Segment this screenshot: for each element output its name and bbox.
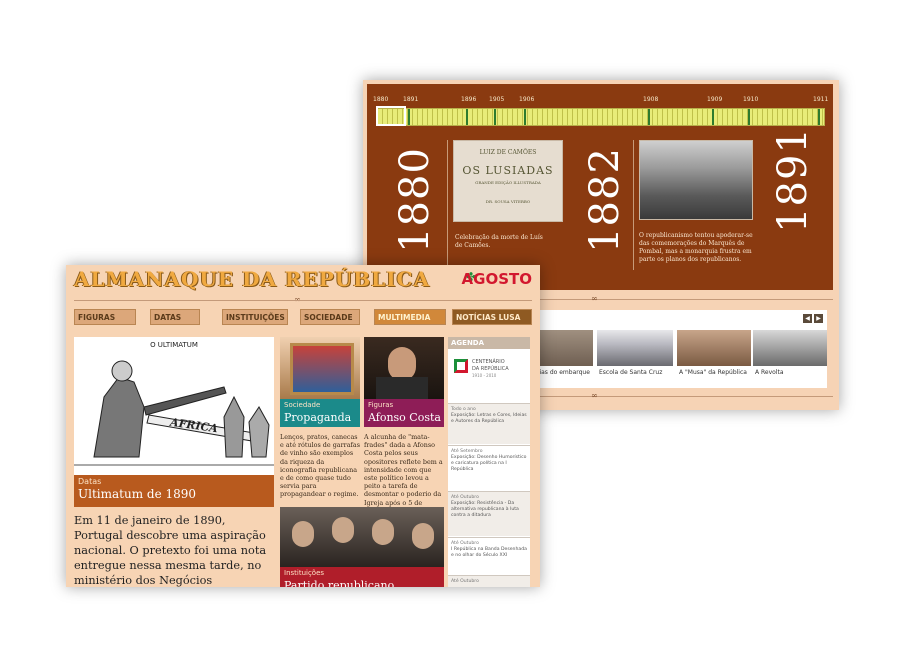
card-title[interactable]: Afonso Costa xyxy=(368,411,441,424)
thumbnail[interactable] xyxy=(753,330,827,366)
divider xyxy=(74,300,532,301)
timeline-year[interactable]: 1906 xyxy=(519,96,534,103)
thumbnail-caption: Escola de Santa Cruz xyxy=(599,369,663,376)
nav-noticias-lusa[interactable]: NOTÍCIAS LUSA xyxy=(452,309,532,325)
main-nav: FIGURAS DATAS INSTITUIÇÕES SOCIEDADE MUL… xyxy=(74,309,532,325)
timeline-year[interactable]: 1909 xyxy=(707,96,722,103)
year-heading-1891: 1891 xyxy=(770,127,816,233)
centenario-logo[interactable]: CENTENÁRIO DA REPÚBLICA 1910 - 2010 xyxy=(450,353,528,401)
nav-instituicoes[interactable]: INSTITUIÇÕES xyxy=(222,309,288,325)
thumbnail[interactable] xyxy=(537,330,593,366)
timeline-marker[interactable] xyxy=(408,109,410,125)
event-caption: Celebração da morte de Luís de Camões. xyxy=(455,234,543,249)
book-subtitle: GRANDE EDIÇÃO ILLUSTRADA xyxy=(475,180,541,185)
timeline-marker[interactable] xyxy=(648,109,650,125)
timeline-year[interactable]: 1891 xyxy=(403,96,418,103)
centenario-logo-icon xyxy=(454,359,468,373)
event-text: I República na Banda Desenhada e no olha… xyxy=(451,547,527,558)
almanaque-screenshot: ALMANAQUE DA REPÚBLICA ✤ AGOSTO ∞ FIGURA… xyxy=(66,265,540,587)
nav-figuras[interactable]: FIGURAS xyxy=(74,309,136,325)
event-text: Exposição: Resistência - Da alternativa … xyxy=(451,501,519,518)
logo-line: 1910 - 2010 xyxy=(472,373,497,378)
instituicoes-photo[interactable] xyxy=(280,507,444,567)
timeline-year[interactable]: 1911 xyxy=(813,96,828,103)
afonso-costa-photo[interactable] xyxy=(364,337,444,399)
timeline-marker[interactable] xyxy=(748,109,750,125)
sociedade-band[interactable]: Sociedade Propaganda xyxy=(280,399,360,427)
timeline-marker[interactable] xyxy=(712,109,714,125)
agenda-panel: AGENDA CENTENÁRIO DA REPÚBLICA 1910 - 20… xyxy=(448,337,530,587)
event-date: Até Outubro xyxy=(451,495,479,500)
agenda-header: AGENDA xyxy=(448,337,530,349)
card-category: Instituições xyxy=(284,569,325,577)
thumbnail-caption: A Revolta xyxy=(755,369,784,376)
book-title: OS LUSIADAS xyxy=(462,164,554,177)
divider xyxy=(447,140,448,270)
timeline-marker[interactable] xyxy=(466,109,468,125)
card-text: A alcunha de "mata-frades" dada a Afonso… xyxy=(364,433,443,515)
prev-arrow-icon[interactable]: ◀ xyxy=(803,314,812,323)
thumbnail-caption: rias do embarque xyxy=(537,369,590,376)
agenda-event[interactable]: Todo o ano Exposição: Letras e Cores, Id… xyxy=(448,403,530,444)
timeline-slider[interactable] xyxy=(376,106,825,126)
thumbnail[interactable] xyxy=(597,330,673,366)
year-heading-1880: 1880 xyxy=(392,147,438,253)
event-date: Até Outubro xyxy=(451,541,479,546)
card-title[interactable]: Partido republicano xyxy=(284,579,394,587)
nav-sociedade[interactable]: SOCIEDADE xyxy=(300,309,360,325)
ornament-icon: ∞ xyxy=(591,391,598,400)
instituicoes-band[interactable]: Instituições Partido republicano xyxy=(280,567,444,587)
hero-title[interactable]: Ultimatum de 1890 xyxy=(78,487,196,501)
month-label[interactable]: AGOSTO xyxy=(462,270,532,288)
agenda-event[interactable]: Até Setembro Exposição: Desenho Humoríst… xyxy=(448,445,530,490)
book-editor: DR. SOUSA VITERBO xyxy=(485,199,531,204)
event-date: Até Setembro xyxy=(451,449,483,454)
divider xyxy=(633,140,634,270)
timeline-year[interactable]: 1910 xyxy=(743,96,758,103)
timeline-year[interactable]: 1880 xyxy=(373,96,388,103)
card-title[interactable]: Propaganda xyxy=(284,411,351,424)
agenda-event[interactable]: Até Outubro I República na Banda Desenha… xyxy=(448,537,530,574)
hero-band[interactable]: Datas Ultimatum de 1890 xyxy=(74,475,274,507)
timeline-marker[interactable] xyxy=(494,109,496,125)
nav-multimedia[interactable]: MULTIMEDIA xyxy=(374,309,446,325)
timeline-year[interactable]: 1896 xyxy=(461,96,476,103)
year-heading-1882: 1882 xyxy=(582,147,628,253)
event-caption: O republicanismo tentou apoderar-se das … xyxy=(639,232,753,263)
ornament-icon: ∞ xyxy=(591,294,598,303)
hero-text: Em 11 de janeiro de 1890, Portugal desco… xyxy=(74,514,267,587)
hero-category: Datas xyxy=(78,477,102,486)
timeline-marker[interactable] xyxy=(818,109,820,125)
thumbnail[interactable] xyxy=(677,330,751,366)
event-date: Até Outubro xyxy=(451,579,479,584)
logo-line: CENTENÁRIO xyxy=(472,359,505,365)
timeline-window-handle[interactable] xyxy=(376,106,406,126)
timeline-year[interactable]: 1905 xyxy=(489,96,504,103)
event-text: Exposição: Letras e Cores, Ideias e Auto… xyxy=(451,413,527,424)
crowd-photo-image[interactable] xyxy=(639,140,753,220)
timeline-marker[interactable] xyxy=(524,109,526,125)
timeline-year[interactable]: 1908 xyxy=(643,96,658,103)
book-cover-image[interactable]: LUIZ DE CAMÕES OS LUSIADAS GRANDE EDIÇÃO… xyxy=(453,140,563,222)
agenda-event[interactable]: Até Outubro Exposição: Resistência - Da … xyxy=(448,491,530,536)
card-category: Sociedade xyxy=(284,401,321,409)
thumbnail-strip: rias do embarque Escola de Santa Cruz A … xyxy=(535,310,827,388)
card-text: Lenços, pratos, canecas e até rótulos de… xyxy=(280,433,360,499)
agenda-event[interactable]: Até Outubro xyxy=(448,575,530,587)
next-arrow-icon[interactable]: ▶ xyxy=(814,314,823,323)
cartoon-drawing xyxy=(74,360,274,466)
timeline-year-labels: 1880 1891 1896 1905 1906 1908 1909 1910 … xyxy=(373,96,829,106)
card-category: Figuras xyxy=(368,401,394,409)
nav-datas[interactable]: DATAS xyxy=(150,309,200,325)
site-title[interactable]: ALMANAQUE DA REPÚBLICA xyxy=(74,267,430,291)
propaganda-image[interactable] xyxy=(280,337,360,399)
timeline-panel: 1880 1891 1896 1905 1906 1908 1909 1910 … xyxy=(367,84,833,290)
thumbnail-caption: A "Musa" da República xyxy=(679,369,747,376)
event-date: Todo o ano xyxy=(451,407,476,412)
logo-line: DA REPÚBLICA xyxy=(472,366,509,372)
book-author: LUIZ DE CAMÕES xyxy=(479,149,537,156)
event-text: Exposição: Desenho Humorístico e caricat… xyxy=(451,455,527,472)
ultimatum-cartoon-image[interactable]: O ULTIMATUM AFRICA xyxy=(74,337,274,475)
figuras-band[interactable]: Figuras Afonso Costa xyxy=(364,399,444,427)
